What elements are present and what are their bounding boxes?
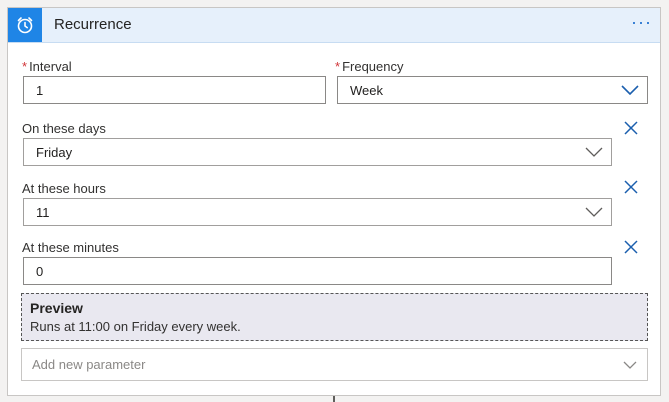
remove-days-icon[interactable] — [621, 118, 641, 138]
alarm-clock-icon — [8, 8, 42, 42]
remove-minutes-icon[interactable] — [621, 237, 641, 257]
minutes-label: At these minutes — [22, 240, 119, 255]
add-parameter-dropdown[interactable]: Add new parameter — [21, 348, 648, 381]
hours-label: At these hours — [22, 181, 106, 196]
interval-label: * Interval — [22, 59, 72, 74]
hours-dropdown[interactable]: 11 — [23, 198, 612, 226]
chevron-down-icon[interactable] — [619, 358, 641, 372]
interval-input[interactable]: 1 — [23, 76, 326, 104]
minutes-input[interactable]: 0 — [23, 257, 612, 285]
chevron-down-icon[interactable] — [583, 205, 605, 219]
remove-hours-icon[interactable] — [621, 177, 641, 197]
required-asterisk: * — [335, 59, 341, 74]
frequency-label: * Frequency — [335, 59, 404, 74]
recurrence-card: Recurrence ··· * Interval 1 * Frequency We… — [7, 7, 661, 396]
days-label: On these days — [22, 121, 106, 136]
card-header[interactable]: Recurrence ··· — [8, 8, 660, 43]
chevron-down-icon[interactable] — [583, 145, 605, 159]
more-options-icon[interactable]: ··· — [631, 12, 652, 33]
preview-box: Preview Runs at 11:00 on Friday every we… — [21, 293, 648, 341]
days-dropdown[interactable]: Friday — [23, 138, 612, 166]
required-asterisk: * — [22, 59, 28, 74]
flow-connector — [333, 396, 335, 402]
frequency-dropdown[interactable]: Week — [337, 76, 648, 104]
chevron-down-icon[interactable] — [619, 83, 641, 97]
preview-text: Runs at 11:00 on Friday every week. — [30, 319, 241, 334]
card-title: Recurrence — [54, 16, 132, 33]
preview-title: Preview — [30, 300, 83, 316]
